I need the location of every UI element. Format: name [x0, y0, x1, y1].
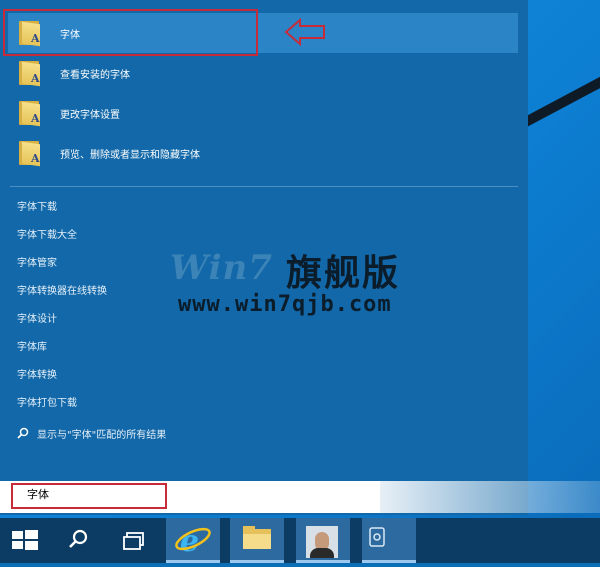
- taskbar-user-app[interactable]: [296, 518, 350, 563]
- result-label: 预览、删除或者显示和隐藏字体: [60, 149, 200, 161]
- suggestion-item[interactable]: 字体打包下载: [17, 393, 77, 415]
- start-menu-panel: A 字体 A 查看安装的字体 A 更改字体设置 A 预览、删除或者显示和隐藏字体: [0, 0, 528, 515]
- result-view-installed-fonts[interactable]: A 查看安装的字体: [8, 53, 518, 93]
- suggestion-item[interactable]: 字体下载大全: [17, 225, 77, 247]
- font-folder-icon: A: [16, 59, 44, 87]
- internet-explorer-icon: e: [175, 524, 211, 559]
- see-all-label: 显示与"字体"匹配的所有结果: [37, 429, 167, 441]
- result-change-font-settings[interactable]: A 更改字体设置: [8, 93, 518, 133]
- taskbar-internet-explorer[interactable]: e: [166, 518, 220, 563]
- user-photo: [306, 526, 338, 558]
- watermark-url: www.win7qjb.com: [178, 292, 392, 317]
- suggestion-item[interactable]: 字体管家: [17, 253, 57, 275]
- suggestion-item[interactable]: 字体设计: [17, 309, 57, 331]
- result-label: 更改字体设置: [60, 109, 120, 121]
- suggestion-item[interactable]: 字体库: [17, 337, 47, 359]
- suggestion-item[interactable]: 字体转换器在线转换: [17, 281, 107, 303]
- task-view-button[interactable]: [110, 518, 158, 563]
- file-explorer-icon: [243, 526, 271, 549]
- watermark-title: 旗舰版: [286, 253, 401, 294]
- result-label: 查看安装的字体: [60, 69, 130, 81]
- watermark-brand: Win7: [170, 248, 273, 288]
- font-folder-icon: A: [16, 139, 44, 167]
- taskbar-app[interactable]: [362, 518, 416, 563]
- suggestion-item[interactable]: 字体下载: [17, 197, 57, 219]
- search-bar-fade: [380, 481, 600, 513]
- taskbar-search-button[interactable]: [56, 518, 100, 563]
- font-folder-icon: A: [16, 99, 44, 127]
- app-icon: [369, 527, 385, 547]
- search-icon: [69, 529, 88, 548]
- taskbar-file-explorer[interactable]: [230, 518, 284, 563]
- windows-logo-icon: [12, 530, 38, 550]
- start-button[interactable]: [0, 518, 48, 563]
- wallpaper-stroke: [517, 54, 600, 130]
- see-all-results-link[interactable]: 显示与"字体"匹配的所有结果: [17, 423, 166, 443]
- selection-highlight-box: [3, 9, 258, 56]
- left-arrow-icon: [284, 18, 325, 46]
- suggestion-item[interactable]: 字体转换: [17, 365, 57, 387]
- search-icon: [17, 427, 29, 439]
- divider: [10, 186, 518, 187]
- result-preview-delete-fonts[interactable]: A 预览、删除或者显示和隐藏字体: [8, 133, 518, 173]
- search-input[interactable]: 字体: [27, 486, 49, 502]
- task-view-icon: [123, 532, 144, 550]
